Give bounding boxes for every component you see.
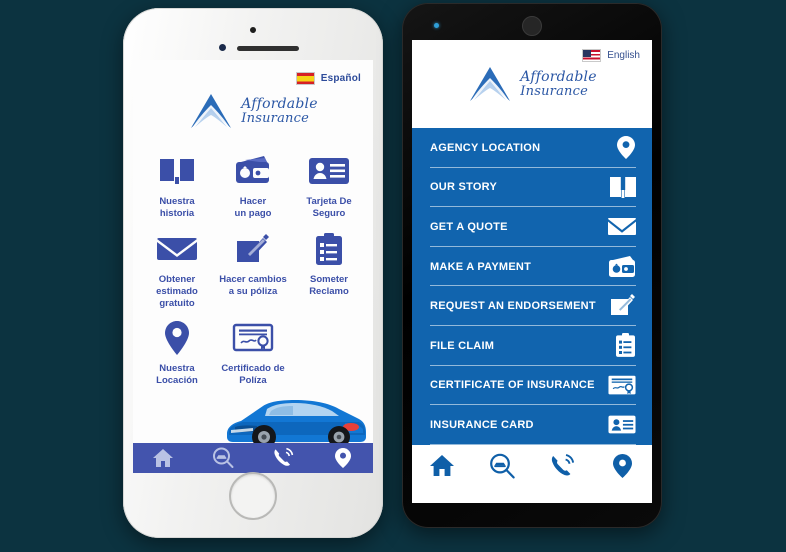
- menu-item-agency-location[interactable]: AGENCY LOCATION: [412, 128, 652, 168]
- white-iphone-device: Español Affordable Insurance Nuestra his…: [123, 8, 383, 538]
- tile-label: Certificado de Políza: [221, 363, 285, 387]
- notification-led-icon: [434, 23, 439, 28]
- menu-item-label: FILE CLAIM: [430, 339, 495, 352]
- spanish-app-screen: Español Affordable Insurance Nuestra his…: [133, 60, 373, 473]
- menu-item-request-an-endorsement[interactable]: REQUEST AN ENDORSEMENT: [412, 286, 652, 326]
- earpiece-speaker: [237, 46, 299, 51]
- english-menu-list: AGENCY LOCATION OUR STORY GET A QUOTE MA…: [412, 128, 652, 445]
- tile-label: Nuestra Locación: [156, 363, 198, 387]
- menu-item-label: OUR STORY: [430, 181, 498, 194]
- usa-flag-icon: [582, 49, 602, 62]
- brand-logo-line2: Insurance: [520, 83, 588, 99]
- menu-item-certificate-of-insurance[interactable]: CERTIFICATE OF INSURANCE: [412, 366, 652, 406]
- open-book-icon: [159, 151, 195, 191]
- clipboard-list-icon: [608, 333, 636, 359]
- tile-someter-reclamo[interactable]: Someter Reclamo: [291, 225, 367, 312]
- tile-nuestra-historia[interactable]: Nuestra historia: [139, 147, 215, 222]
- nav-location-button[interactable]: [592, 453, 652, 479]
- car-search-icon: [213, 447, 234, 468]
- nav-call-button[interactable]: [532, 453, 592, 479]
- brand-logo-line2: Insurance: [241, 110, 309, 126]
- nav-search-vehicle-button[interactable]: [193, 447, 253, 469]
- language-selector-english[interactable]: English: [412, 40, 652, 62]
- brand-logo-line1: Affordable: [520, 68, 597, 85]
- front-camera-icon: [522, 16, 542, 36]
- id-card-icon: [308, 151, 350, 191]
- menu-item-label: INSURANCE CARD: [430, 418, 534, 431]
- language-selector-spanish[interactable]: Español: [133, 60, 373, 85]
- wallet-money-icon: [234, 151, 272, 191]
- map-pin-icon: [608, 135, 636, 161]
- tile-label: Obtener estimado gratuito: [156, 273, 198, 309]
- phone-call-icon: [551, 453, 575, 476]
- tile-label: Nuestra historia: [159, 196, 195, 219]
- tile-hacer-un-pago[interactable]: Hacer un pago: [215, 147, 291, 222]
- open-book-icon: [608, 174, 636, 200]
- english-bottom-nav: [412, 444, 652, 487]
- pencil-edit-icon: [608, 293, 636, 319]
- tile-label: Hacer un pago: [234, 196, 272, 219]
- proximity-sensor-icon: [219, 44, 226, 51]
- certificate-seal-icon: [608, 372, 636, 398]
- screenshot-stage: Español Affordable Insurance Nuestra his…: [0, 0, 786, 552]
- tile-label: Tarjeta De Seguro: [306, 196, 352, 219]
- menu-item-label: REQUEST AN ENDORSEMENT: [430, 300, 596, 313]
- affordable-insurance-logo-icon: [470, 67, 511, 101]
- menu-item-label: MAKE A PAYMENT: [430, 260, 532, 273]
- nav-home-button[interactable]: [133, 448, 193, 468]
- black-android-device: English Affordable Insurance AGENCY LOCA…: [402, 3, 662, 528]
- envelope-icon: [608, 214, 636, 240]
- front-camera-icon: [250, 27, 256, 33]
- affordable-insurance-logo-icon: [191, 94, 232, 128]
- wallet-money-icon: [608, 254, 636, 280]
- map-pin-icon: [335, 448, 351, 468]
- tile-certificado-de-poliza[interactable]: Certificado de Políza: [215, 314, 291, 389]
- language-label: English: [607, 50, 640, 61]
- menu-item-get-a-quote[interactable]: GET A QUOTE: [412, 207, 652, 247]
- brand-logo-spanish: Affordable Insurance: [133, 91, 373, 131]
- nav-call-button[interactable]: [253, 447, 313, 469]
- spanish-tile-grid: Nuestra historia Hacer un pago Tarjeta D…: [133, 147, 373, 389]
- spain-flag-icon: [295, 72, 315, 85]
- menu-item-label: AGENCY LOCATION: [430, 141, 541, 154]
- brand-logo-text: Affordable Insurance: [520, 68, 597, 99]
- tile-tarjeta-de-seguro[interactable]: Tarjeta De Seguro: [291, 147, 367, 222]
- tile-nuestra-locacion[interactable]: Nuestra Locación: [139, 314, 215, 389]
- brand-logo-text: Affordable Insurance: [241, 95, 318, 126]
- menu-item-insurance-card[interactable]: INSURANCE CARD: [412, 405, 652, 445]
- home-icon: [153, 449, 173, 467]
- map-pin-icon: [164, 318, 190, 358]
- menu-item-label: GET A QUOTE: [430, 220, 508, 233]
- id-card-icon: [608, 412, 636, 438]
- brand-logo-line1: Affordable: [241, 95, 318, 112]
- menu-item-file-claim[interactable]: FILE CLAIM: [412, 326, 652, 366]
- map-pin-icon: [612, 453, 632, 478]
- car-search-icon: [490, 453, 515, 479]
- menu-item-label: CERTIFICATE OF INSURANCE: [430, 379, 595, 392]
- menu-item-make-a-payment[interactable]: MAKE A PAYMENT: [412, 247, 652, 287]
- clipboard-list-icon: [314, 229, 344, 269]
- tile-hacer-cambios[interactable]: Hacer cambios a su póliza: [215, 225, 291, 312]
- tile-label: Someter Reclamo: [309, 273, 349, 297]
- home-icon: [430, 454, 454, 476]
- nav-home-button[interactable]: [412, 454, 472, 478]
- brand-logo-english: Affordable Insurance: [412, 64, 652, 104]
- menu-item-our-story[interactable]: OUR STORY: [412, 168, 652, 208]
- nav-search-vehicle-button[interactable]: [472, 453, 532, 479]
- language-label: Español: [320, 73, 361, 84]
- tile-obtener-estimado-gratuito[interactable]: Obtener estimado gratuito: [139, 225, 215, 312]
- phone-call-icon: [274, 447, 294, 466]
- pencil-edit-icon: [235, 229, 271, 269]
- envelope-icon: [156, 229, 198, 269]
- english-app-screen: English Affordable Insurance AGENCY LOCA…: [412, 40, 652, 503]
- tile-label: Hacer cambios a su póliza: [219, 273, 287, 297]
- spanish-bottom-nav: [133, 443, 373, 473]
- nav-location-button[interactable]: [313, 447, 373, 469]
- english-header: English Affordable Insurance: [412, 40, 652, 128]
- home-button[interactable]: [229, 472, 277, 520]
- certificate-seal-icon: [232, 318, 274, 358]
